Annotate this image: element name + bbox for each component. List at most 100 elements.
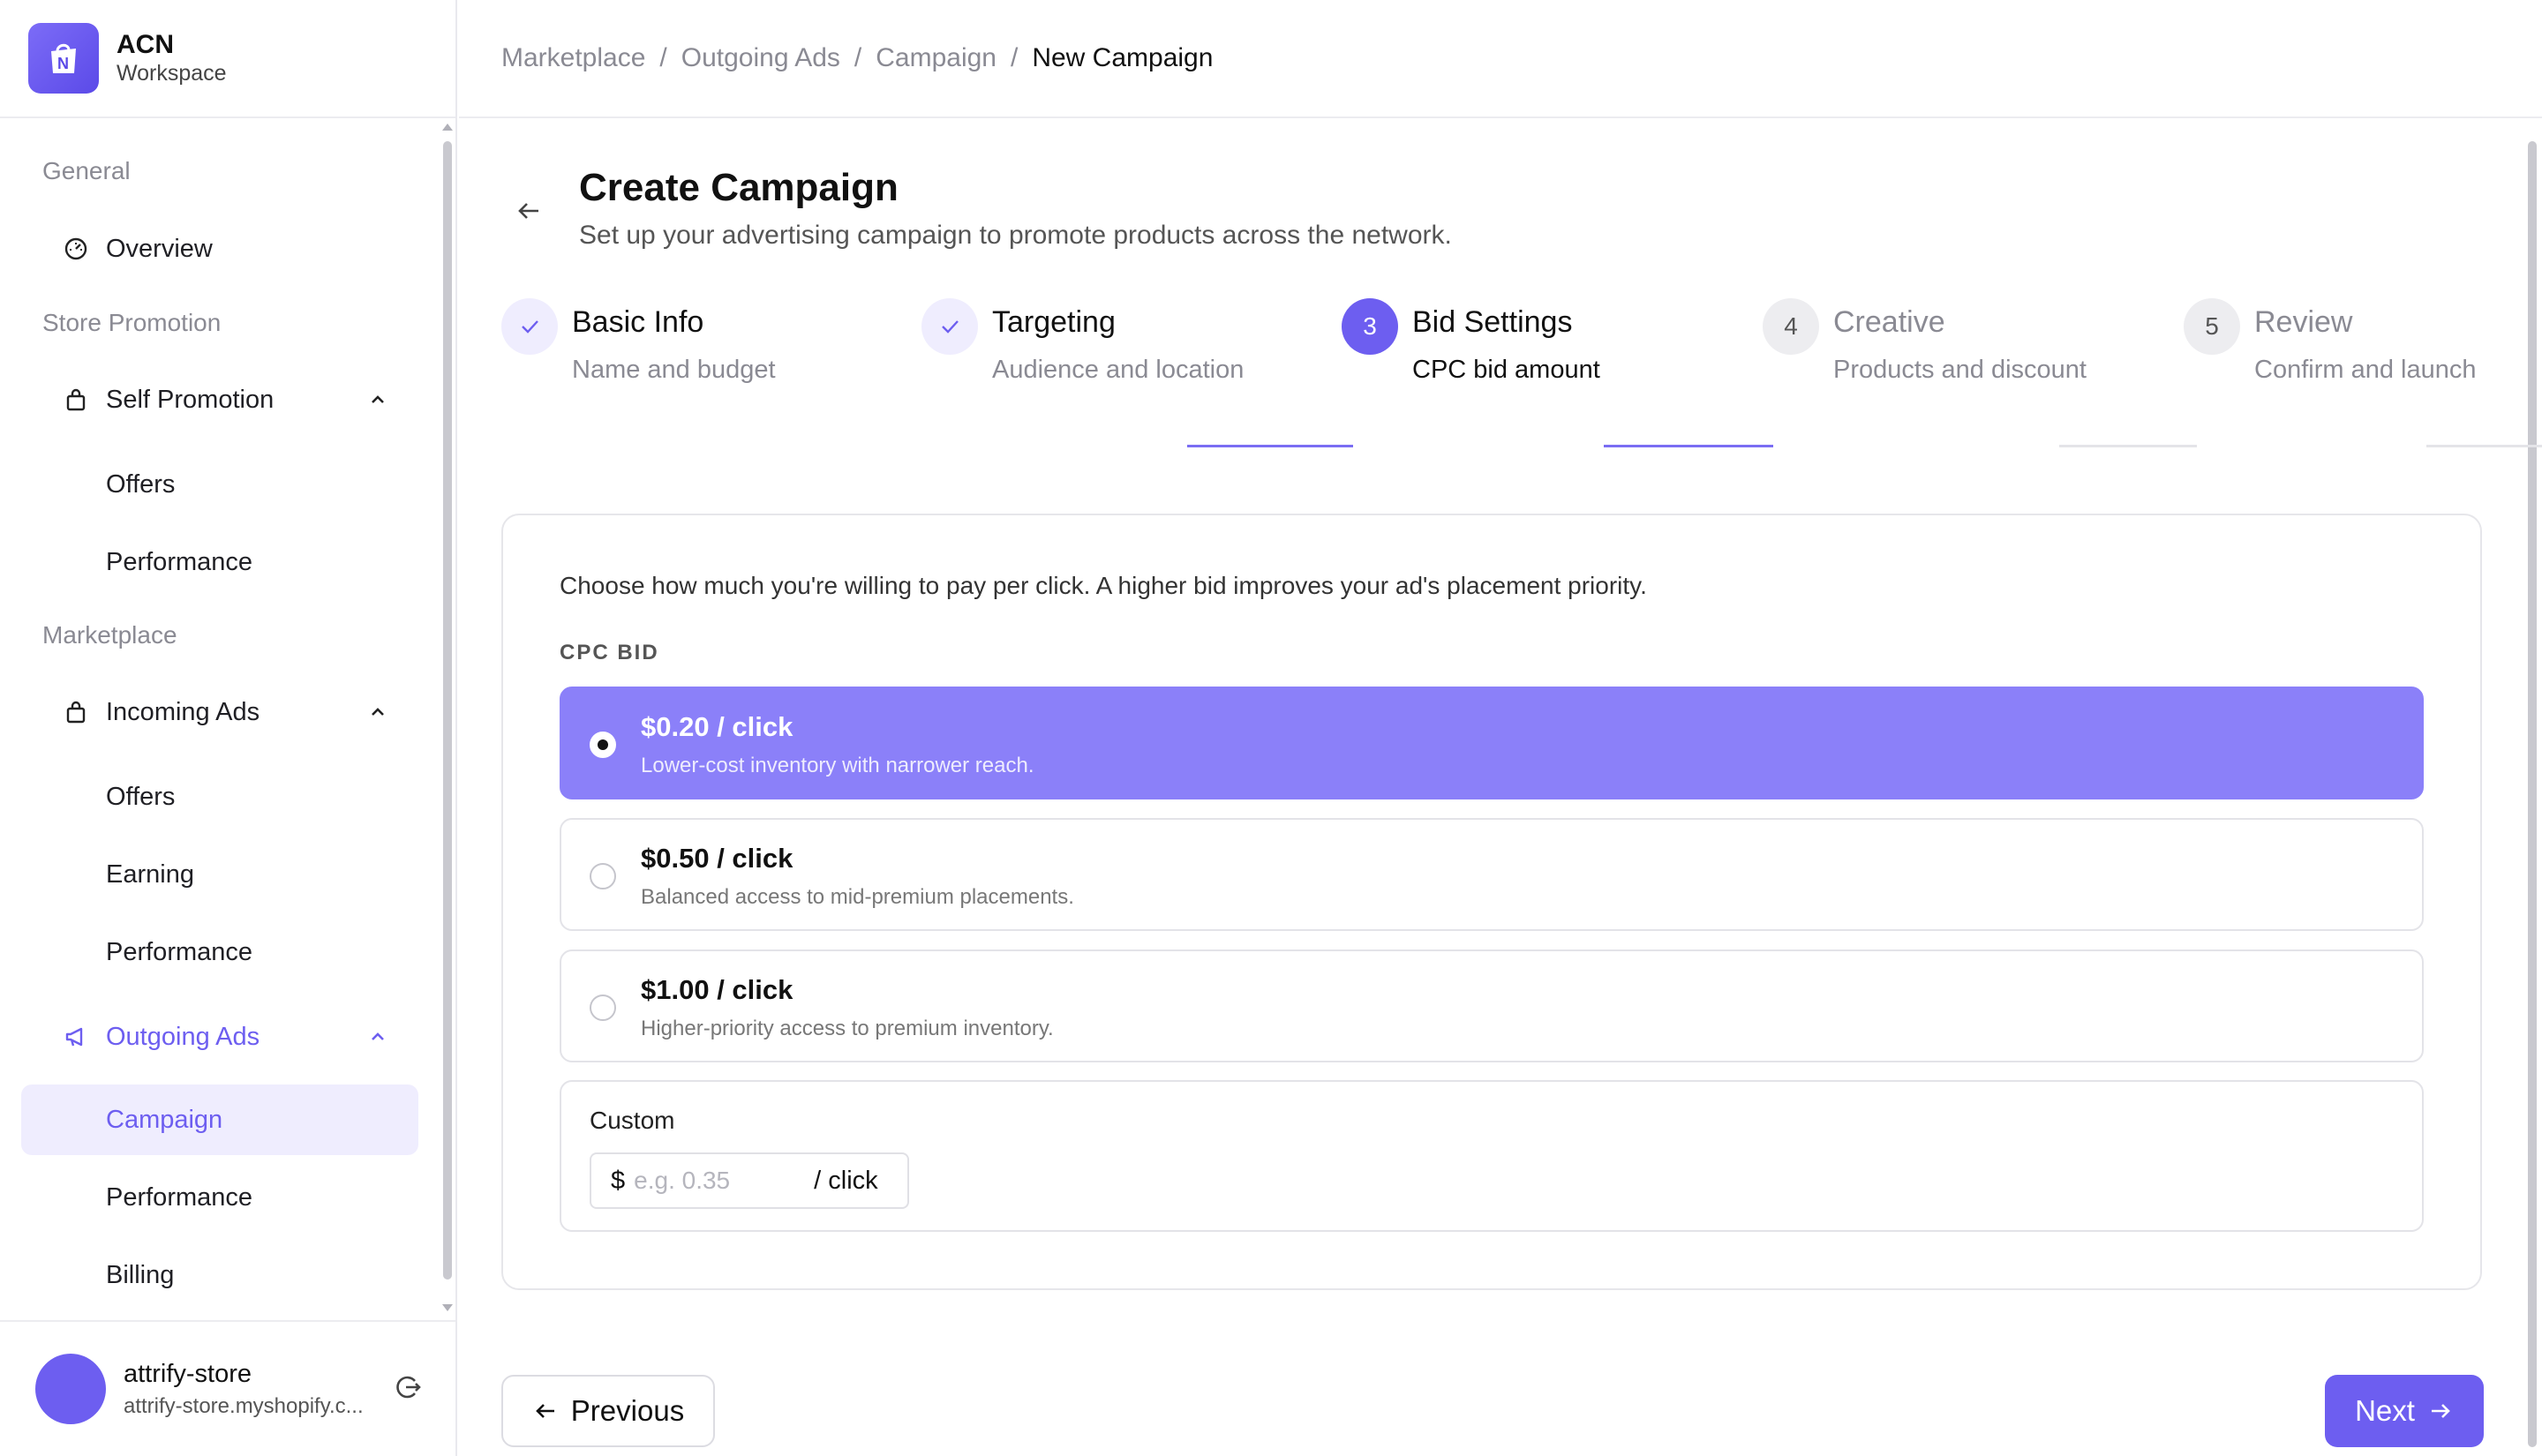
unit-label: / click — [814, 1166, 878, 1195]
breadcrumb-campaign[interactable]: Campaign — [876, 43, 996, 73]
back-arrow-icon[interactable] — [514, 196, 544, 226]
sidebar-item-label: Overview — [106, 234, 213, 263]
bid-option-100[interactable]: $1.00 / click Higher-priority access to … — [560, 949, 2424, 1062]
bid-option-desc: Higher-priority access to premium invent… — [641, 1017, 1054, 1040]
arrow-right-icon — [2431, 1404, 2450, 1418]
step-desc: Products and discount — [1833, 356, 2087, 384]
step-check-icon — [921, 298, 978, 355]
sidebar-item-label: Earning — [106, 859, 194, 889]
breadcrumb-marketplace[interactable]: Marketplace — [501, 43, 645, 73]
sidebar-item-incoming-offers[interactable]: Offers — [21, 762, 418, 832]
brand-name: ACN — [117, 30, 174, 59]
breadcrumb-separator: / — [1010, 43, 1019, 72]
section-label-store-promotion: Store Promotion — [42, 309, 222, 336]
sidebar-item-label: Incoming Ads — [106, 697, 260, 726]
step-title: Targeting — [992, 305, 1116, 339]
currency-symbol: $ — [611, 1166, 626, 1195]
brand-subtitle: Workspace — [117, 61, 227, 86]
sidebar-item-label: Performance — [106, 547, 253, 576]
scroll-up-arrow-icon[interactable] — [442, 124, 453, 131]
arrow-left-icon — [535, 1404, 554, 1418]
sidebar-item-incoming-ads[interactable]: Incoming Ads — [21, 677, 418, 747]
step-desc: Confirm and launch — [2254, 356, 2477, 384]
sidebar-item-label: Offers — [106, 469, 176, 499]
page-title: Create Campaign — [579, 166, 899, 209]
breadcrumb: Marketplace / Outgoing Ads / Campaign / … — [459, 0, 2542, 118]
sidebar-item-label: Performance — [106, 937, 253, 966]
user-domain: attrify-store.myshopify.c... — [124, 1393, 364, 1418]
step-connector — [1604, 445, 1773, 447]
next-button[interactable]: Next — [2325, 1375, 2484, 1447]
step-connector — [2426, 445, 2542, 447]
sidebar-item-label: Performance — [106, 1182, 253, 1212]
step-number: 5 — [2184, 298, 2240, 355]
chevron-up-icon[interactable] — [367, 1026, 388, 1047]
previous-button[interactable]: Previous — [501, 1375, 715, 1447]
shopping-bag-logo-icon: N — [28, 23, 99, 94]
radio-button[interactable] — [590, 994, 616, 1021]
sidebar-item-campaign[interactable]: Campaign — [21, 1084, 418, 1155]
user-profile[interactable]: attrify-store attrify-store.myshopify.c.… — [0, 1320, 455, 1456]
chevron-up-icon[interactable] — [367, 389, 388, 410]
sidebar-item-outgoing-performance[interactable]: Performance — [21, 1162, 418, 1233]
step-connector — [1187, 445, 1353, 447]
custom-bid-option[interactable]: Custom $ / click — [560, 1080, 2424, 1232]
section-label-general: General — [42, 157, 131, 184]
bid-option-050[interactable]: $0.50 / click Balanced access to mid-pre… — [560, 818, 2424, 931]
breadcrumb-current: New Campaign — [1032, 43, 1214, 72]
custom-bid-field[interactable]: $ / click — [590, 1152, 909, 1209]
step-title: Review — [2254, 305, 2353, 339]
sidebar-item-label: Campaign — [106, 1105, 223, 1134]
megaphone-icon — [65, 1027, 83, 1047]
radio-dot — [598, 739, 608, 750]
shopping-bag-icon — [66, 388, 86, 411]
breadcrumb-separator: / — [854, 43, 862, 72]
sidebar-item-incoming-performance[interactable]: Performance — [21, 917, 418, 987]
bid-option-title: $0.50 / click — [641, 843, 793, 874]
bid-option-020[interactable]: $0.20 / click Lower-cost inventory with … — [560, 687, 2424, 799]
sidebar-item-incoming-earning[interactable]: Earning — [21, 839, 418, 910]
radio-button-selected[interactable] — [590, 732, 616, 758]
custom-bid-label: Custom — [590, 1107, 675, 1134]
sidebar-item-label: Billing — [106, 1260, 175, 1289]
bid-intro-text: Choose how much you're willing to pay pe… — [560, 572, 1647, 599]
shopping-bag-icon — [66, 701, 86, 724]
sidebar-item-label: Offers — [106, 782, 176, 811]
step-number: 3 — [1342, 298, 1398, 355]
main-scrollbar[interactable] — [2528, 141, 2537, 1447]
cpc-bid-label: CPC BID — [560, 641, 659, 664]
chevron-up-icon[interactable] — [367, 702, 388, 723]
gauge-icon — [64, 237, 87, 260]
bid-option-title: $1.00 / click — [641, 974, 793, 1005]
sidebar-item-self-promotion-performance[interactable]: Performance — [21, 527, 418, 597]
sidebar: N ACN Workspace General Overview Store P… — [0, 0, 457, 1456]
brand-header[interactable]: N ACN Workspace — [0, 0, 455, 118]
sidebar-item-billing[interactable]: Billing — [21, 1240, 418, 1310]
sidebar-item-label: Outgoing Ads — [106, 1022, 260, 1051]
section-label-marketplace: Marketplace — [42, 621, 177, 649]
scroll-down-arrow-icon[interactable] — [442, 1304, 453, 1311]
breadcrumb-separator: / — [659, 43, 667, 72]
main-content: Create Campaign Set up your advertising … — [459, 120, 2542, 1456]
next-button-label: Next — [2355, 1394, 2415, 1427]
svg-text:N: N — [57, 55, 69, 72]
step-title: Basic Info — [572, 305, 704, 339]
step-desc: Name and budget — [572, 356, 776, 384]
step-number: 4 — [1763, 298, 1819, 355]
logout-icon[interactable] — [392, 1371, 424, 1403]
sidebar-item-self-promotion-offers[interactable]: Offers — [21, 449, 418, 520]
page-subtitle: Set up your advertising campaign to prom… — [579, 221, 1452, 250]
sidebar-item-overview[interactable]: Overview — [21, 214, 418, 284]
sidebar-scrollbar[interactable] — [443, 141, 452, 1280]
radio-button[interactable] — [590, 863, 616, 889]
user-name: attrify-store — [124, 1359, 252, 1388]
sidebar-item-self-promotion[interactable]: Self Promotion — [21, 364, 418, 435]
bid-settings-card: Choose how much you're willing to pay pe… — [501, 514, 2482, 1290]
breadcrumb-outgoing-ads[interactable]: Outgoing Ads — [681, 43, 840, 73]
step-desc: Audience and location — [992, 356, 1245, 384]
bid-option-desc: Balanced access to mid-premium placement… — [641, 885, 1074, 909]
step-title: Creative — [1833, 305, 1945, 339]
avatar — [35, 1354, 106, 1424]
custom-bid-input[interactable] — [634, 1167, 811, 1195]
sidebar-item-outgoing-ads[interactable]: Outgoing Ads — [21, 1002, 418, 1072]
